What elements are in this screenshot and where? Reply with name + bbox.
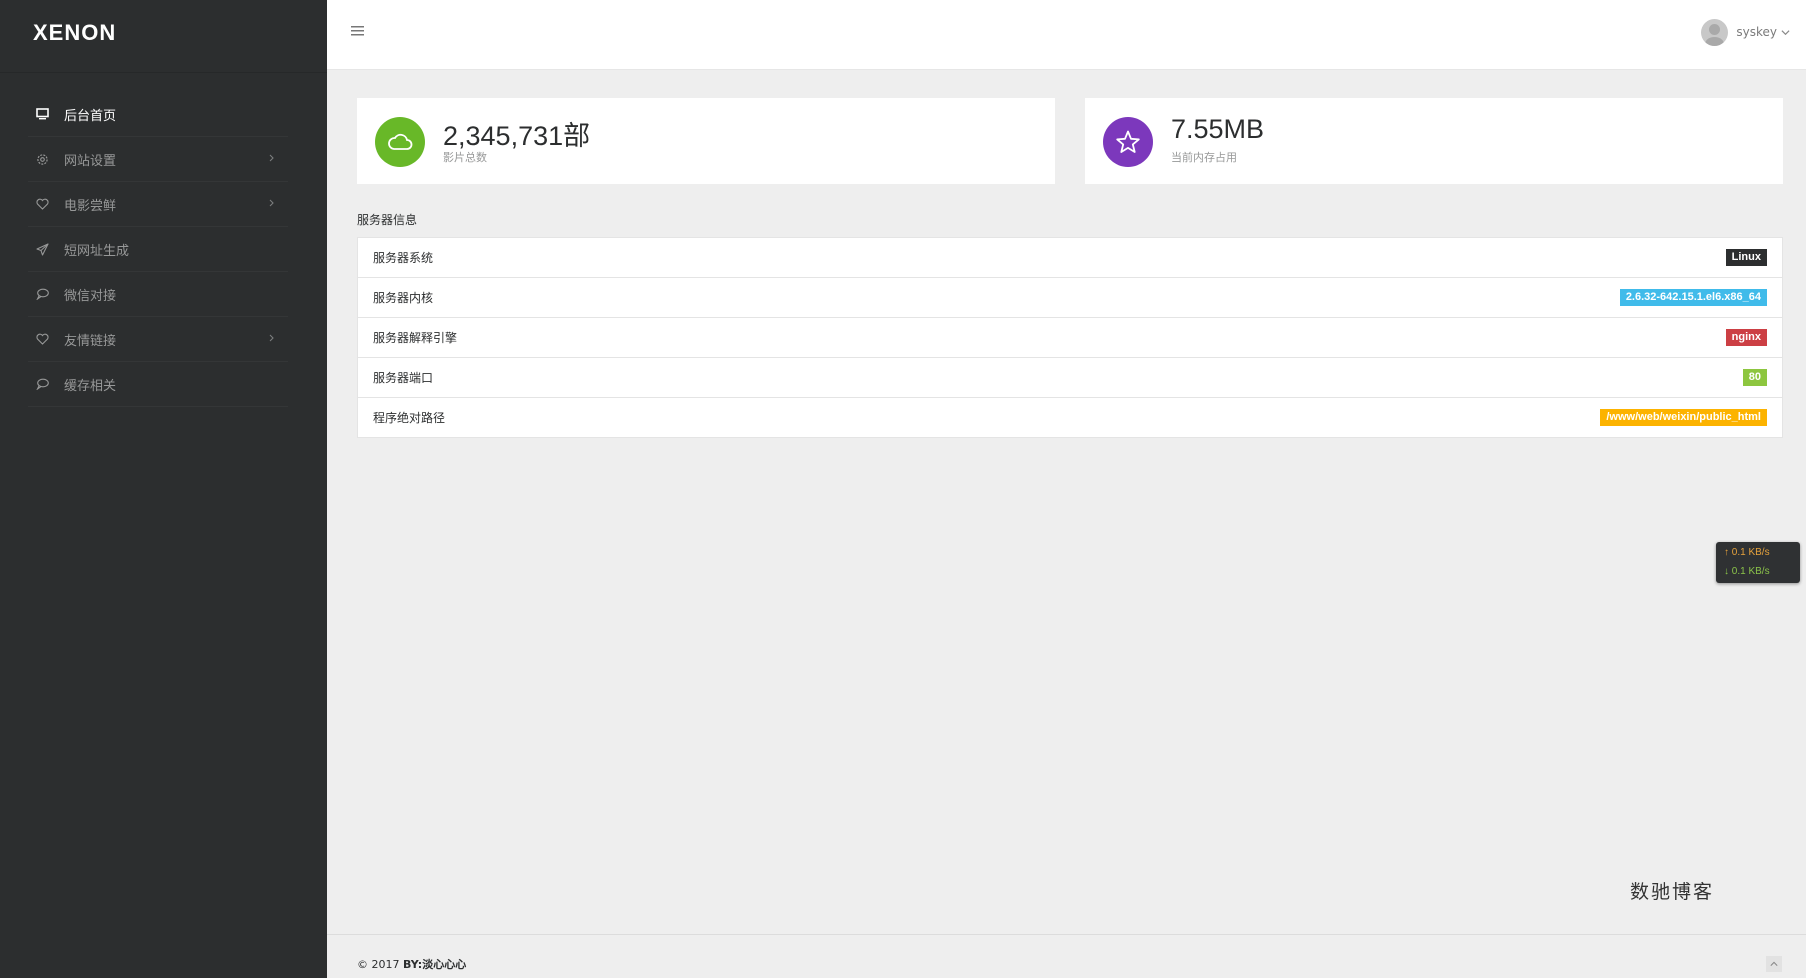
heart-icon	[34, 196, 50, 212]
sidebar-item-7[interactable]: 缓存相关	[28, 362, 288, 407]
avatar[interactable]	[1701, 18, 1729, 46]
gear-icon	[34, 151, 50, 167]
net-speed-widget[interactable]: ↑ 0.1 KB/s ↓ 0.1 KB/s	[1716, 542, 1800, 583]
top-bar: syskey	[327, 0, 1806, 70]
row-label: 服务器端口	[373, 371, 434, 385]
row-label: 服务器系统	[373, 251, 434, 265]
value-badge: 80	[1742, 369, 1767, 386]
footer-copyright: © 2017	[357, 958, 403, 971]
sidebar-item-6[interactable]: 友情链接	[28, 317, 288, 362]
sidebar-item-5[interactable]: 微信对接	[28, 272, 288, 317]
sidebar-item-label: 短网址生成	[64, 243, 130, 259]
chevron-right-icon	[264, 151, 278, 165]
row-label: 服务器内核	[373, 291, 434, 305]
sidebar-item-1[interactable]: 后台首页	[28, 92, 288, 137]
watermark: 数驰博客	[1630, 881, 1715, 903]
server-info-table: 服务器系统 Linux 服务器内核 2.6.32-642.15.1.el6.x86_6…	[357, 237, 1783, 438]
sidebar-item-label: 电影尝鲜	[64, 198, 117, 214]
sidebar-item-label: 友情链接	[64, 333, 117, 349]
table-row: 服务器解释引擎 nginx	[358, 318, 1782, 358]
table-row: 服务器端口 80	[358, 358, 1782, 398]
sidebar-divider	[0, 72, 327, 73]
value-badge: 2.6.32-642.15.1.el6.x86_64	[1619, 289, 1767, 306]
section-title: 服务器信息	[357, 213, 418, 227]
upload-speed: ↑ 0.1 KB/s	[1724, 547, 1770, 558]
chat-bubble-icon	[34, 286, 50, 302]
chevron-up-icon[interactable]	[1770, 960, 1778, 968]
username[interactable]: syskey	[1736, 25, 1777, 39]
chat-bubble-icon	[34, 376, 50, 392]
stat-value: 7.55MB	[1171, 114, 1265, 144]
value-badge: Linux	[1725, 249, 1767, 266]
stat-value: 2,345,731部	[443, 121, 591, 151]
monitor-icon	[34, 106, 50, 122]
sidebar-item-4[interactable]: 短网址生成	[28, 227, 288, 272]
stat-card-memory: 7.55MB 当前内存占用	[1085, 98, 1783, 184]
table-row: 服务器系统 Linux	[358, 238, 1782, 278]
sidebar-item-label: 微信对接	[64, 288, 117, 304]
chevron-down-icon[interactable]	[1781, 28, 1790, 37]
heart-icon	[34, 331, 50, 347]
download-speed: ↓ 0.1 KB/s	[1724, 566, 1770, 577]
table-row: 程序绝对路径/www/web/weixin/public_html	[358, 398, 1782, 437]
menu-toggle-icon[interactable]	[351, 24, 365, 38]
row-label: 程序绝对路径	[373, 411, 446, 425]
sidebar: XENON 后台首页网站设置电影尝鲜短网址生成微信对接友情链接缓存相关	[0, 0, 327, 978]
chevron-right-icon	[264, 196, 278, 210]
sidebar-menu: 后台首页网站设置电影尝鲜短网址生成微信对接友情链接缓存相关	[28, 92, 288, 407]
sidebar-item-label: 网站设置	[64, 153, 117, 169]
stat-card-movies: 2,345,731部 影片总数	[357, 98, 1055, 184]
stat-label: 影片总数	[443, 151, 487, 164]
value-badge: /www/web/weixin/public_html	[1600, 409, 1767, 426]
chevron-right-icon	[264, 331, 278, 345]
footer-divider	[327, 934, 1806, 935]
sidebar-item-label: 缓存相关	[64, 378, 117, 394]
send-icon	[34, 241, 50, 257]
user-menu[interactable]: syskey	[1701, 18, 1790, 46]
footer-author: BY:淡心心心	[403, 958, 467, 971]
sidebar-item-label: 后台首页	[64, 108, 117, 124]
logo[interactable]: XENON	[33, 20, 116, 46]
star-icon	[1103, 117, 1153, 167]
footer: © 2017 BY:淡心心心	[357, 956, 466, 972]
sidebar-item-2[interactable]: 网站设置	[28, 137, 288, 182]
sidebar-item-3[interactable]: 电影尝鲜	[28, 182, 288, 227]
cloud-icon	[375, 117, 425, 167]
row-label: 服务器解释引擎	[373, 331, 458, 345]
value-badge: nginx	[1725, 329, 1767, 346]
stat-label: 当前内存占用	[1171, 151, 1237, 164]
back-to-top-button[interactable]	[1766, 956, 1782, 972]
table-row: 服务器内核 2.6.32-642.15.1.el6.x86_64	[358, 278, 1782, 318]
